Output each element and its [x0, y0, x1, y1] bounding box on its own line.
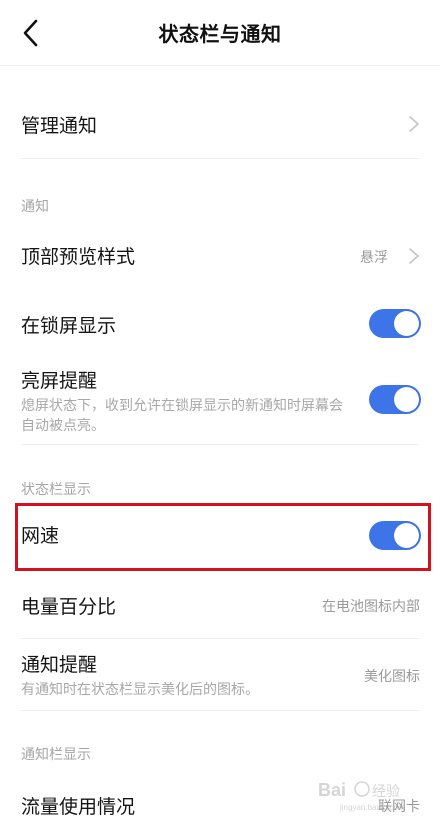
- toggle-knob: [394, 311, 419, 336]
- section-header-statusbar: 状态栏显示: [21, 482, 91, 498]
- wake-screen-label: 亮屏提醒: [21, 370, 98, 392]
- battery-percentage-value: 在电池图标内部: [322, 599, 420, 615]
- network-speed-row: 网速: [0, 508, 440, 564]
- battery-percentage-row[interactable]: 电量百分比 在电池图标内部: [0, 576, 440, 632]
- data-usage-label: 流量使用情况: [21, 796, 136, 818]
- lockscreen-display-toggle[interactable]: [369, 309, 421, 338]
- top-preview-style-row[interactable]: 顶部预览样式 悬浮: [0, 228, 440, 284]
- toggle-knob: [394, 387, 419, 412]
- wake-screen-row: 亮屏提醒 熄屏状态下，收到允许在锁屏显示的新通知时屏幕会自动被点亮。: [0, 360, 440, 440]
- data-usage-value: 联网卡: [378, 799, 420, 815]
- section-header-notifications: 通知: [21, 199, 49, 215]
- network-speed-toggle[interactable]: [369, 521, 421, 550]
- settings-page: 状态栏与通知 管理通知 通知 顶部预览样式 悬浮 在锁屏显示 亮屏提醒 熄屏状态…: [0, 0, 440, 824]
- battery-percentage-label: 电量百分比: [21, 596, 117, 618]
- lockscreen-display-row: 在锁屏显示: [0, 296, 440, 352]
- data-usage-row[interactable]: 流量使用情况 联网卡: [0, 776, 440, 824]
- manage-notifications-row[interactable]: 管理通知: [0, 96, 440, 152]
- back-button[interactable]: [12, 13, 52, 53]
- top-preview-style-label: 顶部预览样式: [21, 246, 136, 268]
- top-preview-style-value: 悬浮: [360, 250, 388, 266]
- notification-reminder-row[interactable]: 通知提醒 有通知时在状态栏显示美化后的图标。 美化图标: [0, 644, 440, 708]
- manage-notifications-label: 管理通知: [21, 115, 98, 137]
- top-bar: 状态栏与通知: [0, 0, 440, 66]
- divider: [21, 710, 419, 711]
- chevron-right-icon: [409, 248, 419, 264]
- back-arrow-icon: [23, 19, 38, 47]
- lockscreen-display-label: 在锁屏显示: [21, 315, 117, 337]
- divider: [21, 158, 419, 159]
- notification-reminder-value: 美化图标: [364, 669, 420, 685]
- notification-reminder-label: 通知提醒: [21, 654, 98, 676]
- divider: [21, 638, 419, 639]
- network-speed-label: 网速: [21, 525, 60, 547]
- notification-reminder-description: 有通知时在状态栏显示美化后的图标。: [21, 682, 259, 698]
- divider: [21, 444, 419, 445]
- wake-screen-description: 熄屏状态下，收到允许在锁屏显示的新通知时屏幕会自动被点亮。: [21, 398, 343, 434]
- section-header-notification-bar: 通知栏显示: [21, 747, 91, 763]
- toggle-knob: [394, 523, 419, 548]
- chevron-right-icon: [409, 116, 419, 132]
- wake-screen-toggle[interactable]: [369, 385, 421, 414]
- page-title: 状态栏与通知: [158, 22, 282, 46]
